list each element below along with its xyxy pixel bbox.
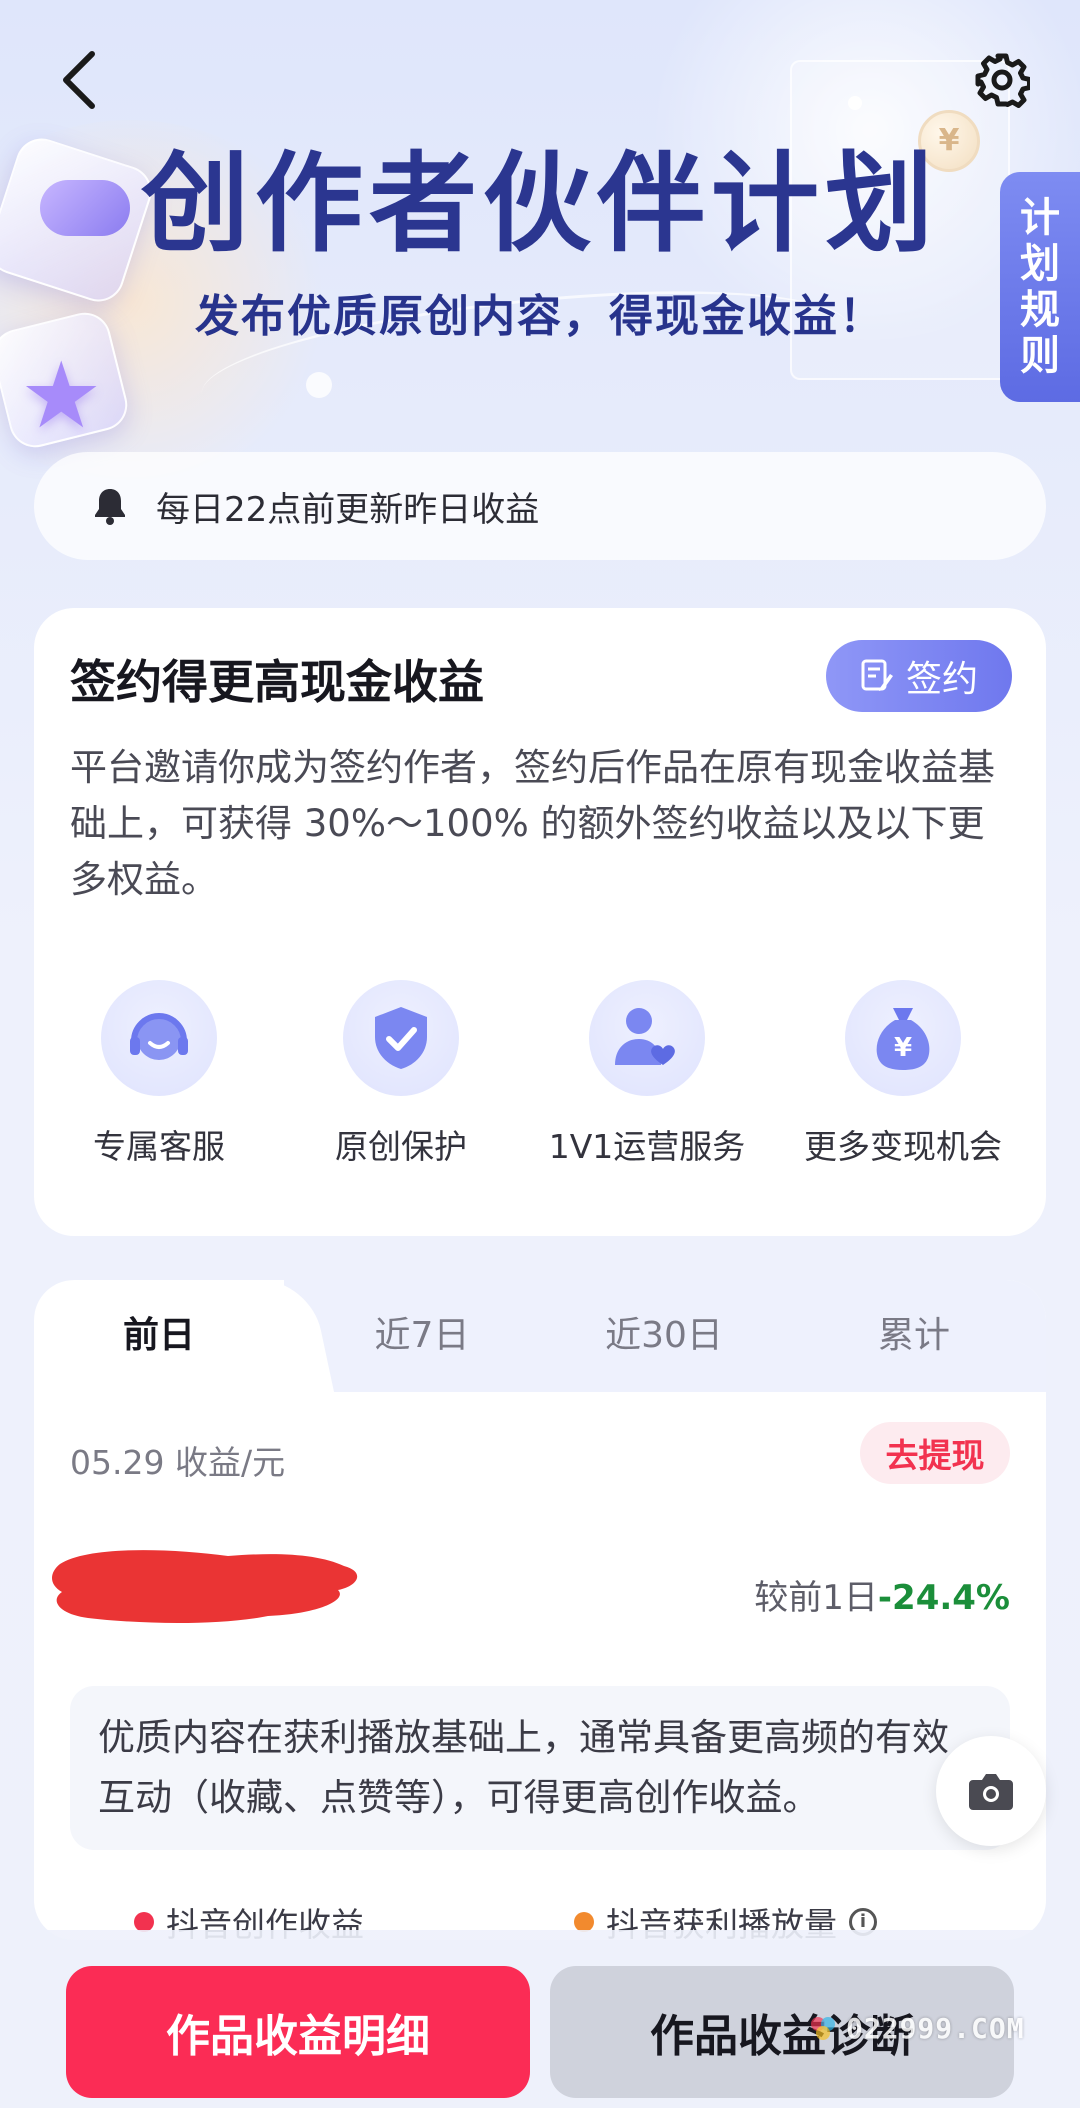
benefit-label: 原创保护 (335, 1127, 467, 1166)
notice-text: 每日22点前更新昨日收益 (156, 489, 540, 530)
redacted-amount (52, 1550, 358, 1623)
sign-card-description: 平台邀请你成为签约作者，签约后作品在原有现金收益基础上，可获得 30%～100%… (70, 746, 995, 901)
withdraw-button[interactable]: 去提现 (860, 1422, 1010, 1484)
plan-rules-tab[interactable]: 计划规则 (1000, 172, 1080, 402)
legend-dot (574, 1912, 594, 1932)
period-tabs: 前日 近7日 近30日 累计 (34, 1280, 1046, 1392)
back-button[interactable] (50, 50, 110, 110)
settings-button[interactable] (970, 48, 1034, 112)
tab-7-days[interactable]: 近7日 (322, 1280, 522, 1392)
sign-button-label: 签约 (905, 659, 978, 700)
bell-icon (90, 486, 130, 526)
money-bag-icon: ¥ (845, 980, 961, 1096)
svg-text:¥: ¥ (894, 1033, 912, 1063)
screenshot-button[interactable] (936, 1736, 1046, 1846)
benefit-label: 专属客服 (93, 1127, 225, 1166)
compare-label: 较前1日 (754, 1578, 878, 1618)
shield-check-icon (343, 980, 459, 1096)
sign-button[interactable]: 签约 (826, 640, 1012, 712)
bottom-action-bar: 作品收益明细 作品收益诊断 022999.COM (0, 1930, 1080, 2108)
legend-dot (134, 1912, 154, 1932)
benefits-row: 专属客服 原创保护 1V1运营服务 ¥ 更多变现机会 (34, 980, 1046, 1180)
earnings-tip: 优质内容在获利播放基础上，通常具备更高频的有效互动（收藏、点赞等），可得更高创作… (70, 1686, 1010, 1850)
watermark-text: 022999.COM (846, 2012, 1025, 2045)
sign-contract-card: 签约得更高现金收益 签约 平台邀请你成为签约作者，签约后作品在原有现金收益基础上… (34, 608, 1046, 1236)
headset-icon (101, 980, 217, 1096)
plan-rules-label: 计划规则 (1020, 195, 1060, 379)
compare-value: -24.4% (877, 1578, 1010, 1618)
page-title: 创作者伙伴计划 (140, 142, 939, 267)
earnings-date-label: 05.29 收益/元 (70, 1443, 286, 1482)
benefit-label: 1V1运营服务 (548, 1127, 746, 1166)
benefit-item-monetization[interactable]: ¥ 更多变现机会 (788, 980, 1018, 1168)
tab-30-days[interactable]: 近30日 (564, 1280, 764, 1392)
dot-decoration (848, 96, 862, 110)
earnings-card: 前日 近7日 近30日 累计 05.29 收益/元 去提现 较前1日-24.4%… (34, 1280, 1046, 1940)
benefit-item-original-protection[interactable]: 原创保护 (286, 980, 516, 1168)
dot-decoration (306, 372, 332, 398)
page-subtitle: 发布优质原创内容，得现金收益！ (195, 291, 885, 342)
update-notice: 每日22点前更新昨日收益 (34, 452, 1046, 560)
tab-cumulative[interactable]: 累计 (814, 1280, 1014, 1392)
gear-icon (975, 53, 1030, 108)
benefit-item-operations-service[interactable]: 1V1运营服务 (532, 980, 762, 1168)
tab-previous-day[interactable]: 前日 (34, 1280, 284, 1392)
star-icon: ★ (20, 342, 103, 449)
camera-icon (969, 1774, 1013, 1810)
sign-card-title: 签约得更高现金收益 (70, 655, 484, 709)
benefit-item-customer-service[interactable]: 专属客服 (44, 980, 274, 1168)
earnings-detail-button[interactable]: 作品收益明细 (66, 1966, 530, 2098)
chevron-left-icon (63, 51, 95, 109)
watermark: 022999.COM (808, 2012, 1025, 2045)
day-over-day-change: 较前1日-24.4% (754, 1570, 1010, 1619)
watermark-logo-icon (811, 2016, 835, 2040)
user-heart-icon (589, 980, 705, 1096)
benefit-label: 更多变现机会 (804, 1127, 1002, 1166)
document-pen-icon (861, 659, 893, 691)
